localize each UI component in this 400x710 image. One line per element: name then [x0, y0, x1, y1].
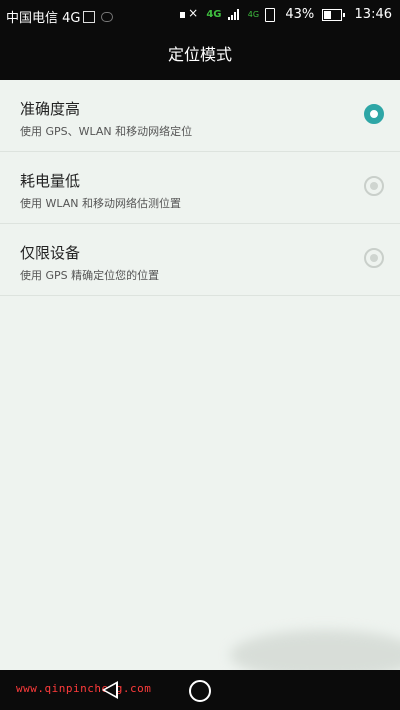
mute-icon [180, 6, 198, 21]
mode-description: 使用 GPS、WLAN 和移动网络定位 [20, 125, 193, 138]
mode-high-accuracy[interactable]: 准确度高 使用 GPS、WLAN 和移动网络定位 [0, 80, 400, 152]
watermark-text: www.qinpincheng.com [16, 682, 152, 695]
clock: 13:46 [354, 7, 392, 22]
status-right: 4G 4G 43% 13:46 [180, 6, 392, 22]
mode-description: 使用 WLAN 和移动网络估测位置 [20, 197, 182, 210]
status-left: 中国电信 4G [6, 7, 114, 26]
location-mode-list: 准确度高 使用 GPS、WLAN 和移动网络定位 耗电量低 使用 WLAN 和移… [0, 80, 400, 296]
signal-icon [227, 9, 240, 20]
phone-icon [265, 7, 276, 22]
mode-title: 耗电量低 [20, 172, 81, 190]
battery-icon [322, 8, 346, 21]
back-icon[interactable] [102, 681, 118, 699]
navigation-bar: www.qinpincheng.com [0, 670, 400, 710]
battery-fill [324, 10, 332, 19]
carrier-label: 中国电信 4G [6, 11, 81, 26]
network-type-label: 4G [206, 9, 222, 20]
page-title: 定位模式 [0, 30, 400, 80]
mode-device-only[interactable]: 仅限设备 使用 GPS 精确定位您的位置 [0, 224, 400, 296]
home-icon[interactable] [189, 680, 211, 702]
sync-icon [101, 12, 114, 22]
mode-battery-saving[interactable]: 耗电量低 使用 WLAN 和移动网络估测位置 [0, 152, 400, 224]
radio-button[interactable] [364, 248, 384, 268]
secondary-network-label: 4G [247, 9, 260, 19]
mode-title: 仅限设备 [20, 244, 81, 262]
radio-button[interactable] [364, 104, 384, 124]
sim-icon [83, 11, 96, 23]
mode-description: 使用 GPS 精确定位您的位置 [20, 269, 160, 282]
mode-title: 准确度高 [20, 100, 81, 118]
battery-percent: 43% [285, 7, 315, 22]
status-bar: 中国电信 4G 4G 4G 43% 13:46 [0, 0, 400, 30]
radio-button[interactable] [364, 176, 384, 196]
